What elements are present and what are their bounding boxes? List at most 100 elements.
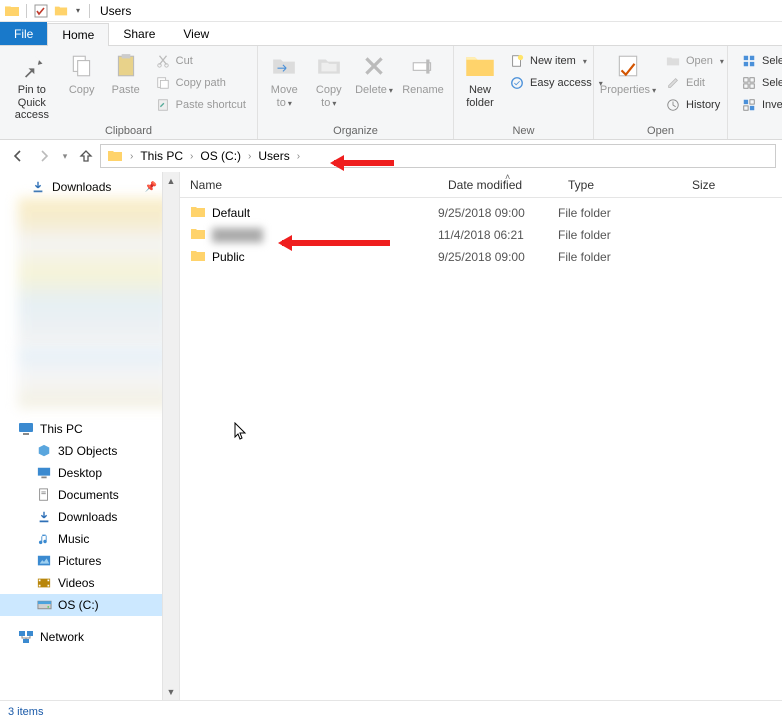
annotation-arrow	[282, 240, 390, 246]
tree-downloads-sub[interactable]: Downloads	[0, 506, 179, 528]
tree-network[interactable]: Network	[0, 626, 179, 648]
easy-access-button[interactable]: Easy access▾	[506, 72, 606, 94]
column-type[interactable]: Type	[558, 172, 682, 197]
paste-shortcut-button[interactable]: Paste shortcut	[152, 94, 249, 116]
history-icon	[665, 97, 681, 113]
status-bar: 3 items	[0, 700, 782, 722]
ribbon-tabs: File Home Share View	[0, 22, 782, 46]
select-none-icon	[741, 75, 757, 91]
scroll-up-icon[interactable]: ▲	[163, 172, 179, 189]
pin-to-quick-access-button[interactable]: Pin to Quick access	[4, 48, 60, 124]
table-row[interactable]: Default 9/25/2018 09:00 File folder	[180, 202, 782, 224]
qat-dropdown-icon[interactable]: ▾	[73, 3, 83, 19]
properties-button[interactable]: Properties▾	[598, 48, 658, 124]
downloads-icon	[36, 509, 52, 525]
tab-home[interactable]: Home	[47, 23, 109, 46]
history-button[interactable]: History	[662, 94, 727, 116]
qat-folder-icon[interactable]	[53, 3, 69, 19]
delete-icon	[358, 50, 390, 82]
copy-icon	[66, 50, 98, 82]
move-to-icon	[268, 50, 300, 82]
cut-icon	[155, 53, 171, 69]
tree-pictures[interactable]: Pictures	[0, 550, 179, 572]
group-label-clipboard: Clipboard	[4, 124, 253, 139]
breadcrumb-osc[interactable]: OS (C:)	[196, 145, 245, 167]
column-size[interactable]: Size	[682, 172, 782, 197]
address-bar[interactable]: › This PC › OS (C:) › Users ›	[100, 144, 776, 168]
copy-path-button[interactable]: Copy path	[152, 72, 249, 94]
new-item-icon	[509, 53, 525, 69]
tree-desktop[interactable]: Desktop	[0, 462, 179, 484]
tree-3d-objects[interactable]: 3D Objects	[0, 440, 179, 462]
qat-properties-icon[interactable]	[33, 3, 49, 19]
up-button[interactable]	[74, 144, 98, 168]
tree-os-c[interactable]: OS (C:)	[0, 594, 179, 616]
status-text: 3 items	[8, 706, 43, 718]
copy-path-icon	[155, 75, 171, 91]
copy-to-button[interactable]: Copy to▾	[307, 48, 352, 124]
thispc-icon	[18, 421, 34, 437]
ribbon: Pin to Quick access Copy Paste Cut Copy …	[0, 46, 782, 140]
tree-documents[interactable]: Documents	[0, 484, 179, 506]
title-bar: ▾ Users	[0, 0, 782, 22]
tree-thispc[interactable]: This PC	[0, 418, 179, 440]
back-button[interactable]	[6, 144, 30, 168]
folder-icon	[190, 249, 206, 265]
videos-icon	[36, 575, 52, 591]
cut-button[interactable]: Cut	[152, 50, 249, 72]
paste-shortcut-icon	[155, 97, 171, 113]
column-date[interactable]: Date modified	[438, 172, 558, 197]
network-icon	[18, 629, 34, 645]
sort-indicator-icon: ˄	[505, 172, 510, 182]
column-headers: Name Date modified Type Size	[180, 172, 782, 198]
easy-access-icon	[509, 75, 525, 91]
rename-button[interactable]: Rename	[397, 48, 449, 124]
properties-icon	[612, 50, 644, 82]
music-icon	[36, 531, 52, 547]
pictures-icon	[36, 553, 52, 569]
forward-button[interactable]	[32, 144, 56, 168]
tree-downloads[interactable]: Downloads 📌	[0, 176, 179, 198]
open-button[interactable]: Open▾	[662, 50, 727, 72]
tree-videos[interactable]: Videos	[0, 572, 179, 594]
select-all-button[interactable]: Select	[738, 50, 782, 72]
scroll-down-icon[interactable]: ▼	[163, 683, 179, 700]
edit-icon	[665, 75, 681, 91]
copy-button[interactable]: Copy	[60, 48, 104, 124]
blurred-items	[18, 348, 173, 408]
select-none-button[interactable]: Select	[738, 72, 782, 94]
edit-button[interactable]: Edit	[662, 72, 727, 94]
breadcrumb-thispc[interactable]: This PC	[136, 145, 187, 167]
delete-button[interactable]: Delete▾	[351, 48, 397, 124]
blurred-quick-access-items	[18, 198, 173, 348]
tree-scrollbar[interactable]: ▲ ▼	[162, 172, 179, 700]
tree-music[interactable]: Music	[0, 528, 179, 550]
new-folder-button[interactable]: New folder	[458, 48, 502, 124]
downloads-icon	[30, 179, 46, 195]
navigation-bar: ▾ › This PC › OS (C:) › Users ›	[0, 140, 782, 172]
folder-icon	[190, 227, 206, 243]
folder-icon	[4, 3, 20, 19]
move-to-button[interactable]: Move to▾	[262, 48, 307, 124]
desktop-icon	[36, 465, 52, 481]
3d-objects-icon	[36, 443, 52, 459]
invert-icon	[741, 97, 757, 113]
tab-file[interactable]: File	[0, 22, 47, 45]
drive-icon	[36, 597, 52, 613]
annotation-arrow	[334, 160, 394, 166]
documents-icon	[36, 487, 52, 503]
window-title: Users	[100, 4, 131, 18]
tab-share[interactable]: Share	[109, 22, 169, 45]
recent-locations-button[interactable]: ▾	[58, 144, 72, 168]
invert-selection-button[interactable]: Inver	[738, 94, 782, 116]
group-label-organize: Organize	[262, 124, 449, 139]
folder-icon	[190, 205, 206, 221]
tab-view[interactable]: View	[169, 22, 223, 45]
copy-to-icon	[313, 50, 345, 82]
group-label-open: Open	[598, 124, 723, 139]
breadcrumb-root-icon[interactable]	[103, 145, 127, 167]
paste-button[interactable]: Paste	[104, 48, 148, 124]
new-item-button[interactable]: New item▾	[506, 50, 606, 72]
column-name[interactable]: Name	[180, 172, 438, 197]
breadcrumb-users[interactable]: Users	[254, 145, 293, 167]
